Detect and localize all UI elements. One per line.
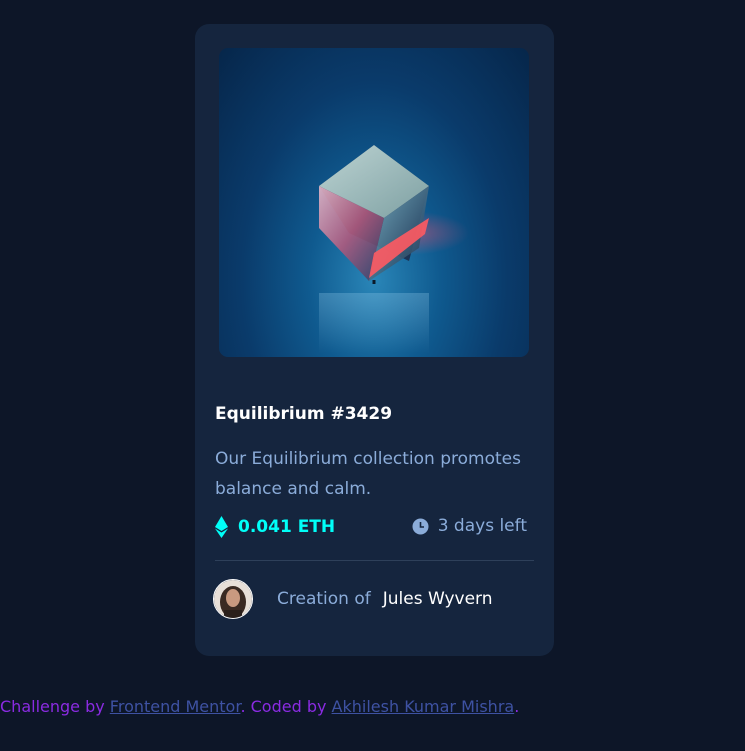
nft-title[interactable]: Equilibrium #3429 xyxy=(215,404,392,424)
nft-card: Equilibrium #3429 Our Equilibrium collec… xyxy=(195,24,554,656)
creator-info: Creation of Jules Wyvern xyxy=(213,579,493,619)
attribution: Challenge by Frontend Mentor. Coded by A… xyxy=(0,697,519,716)
frontend-mentor-link[interactable]: Frontend Mentor xyxy=(110,697,241,716)
price-info: 0.041 ETH xyxy=(215,516,335,538)
price-value: 0.041 ETH xyxy=(238,517,336,537)
ethereum-icon xyxy=(215,516,228,538)
nft-description: Our Equilibrium collection promotes bala… xyxy=(215,449,521,499)
avatar-image xyxy=(213,579,253,619)
nft-preview-image[interactable] xyxy=(219,48,529,357)
author-link[interactable]: Akhilesh Kumar Mishra xyxy=(332,697,515,716)
time-left-value: 3 days left xyxy=(437,516,527,536)
attribution-prefix: Challenge by xyxy=(0,697,110,716)
creator-avatar xyxy=(213,579,253,619)
creator-name-link[interactable]: Jules Wyvern xyxy=(383,589,493,609)
attribution-suffix: . xyxy=(514,697,520,716)
card-divider xyxy=(215,560,534,561)
creation-of-label: Creation of xyxy=(277,589,371,609)
time-remaining: 3 days left xyxy=(412,516,527,536)
attribution-middle: . Coded by xyxy=(240,697,332,716)
equilibrium-cube-image xyxy=(319,145,469,353)
clock-icon xyxy=(412,518,429,534)
